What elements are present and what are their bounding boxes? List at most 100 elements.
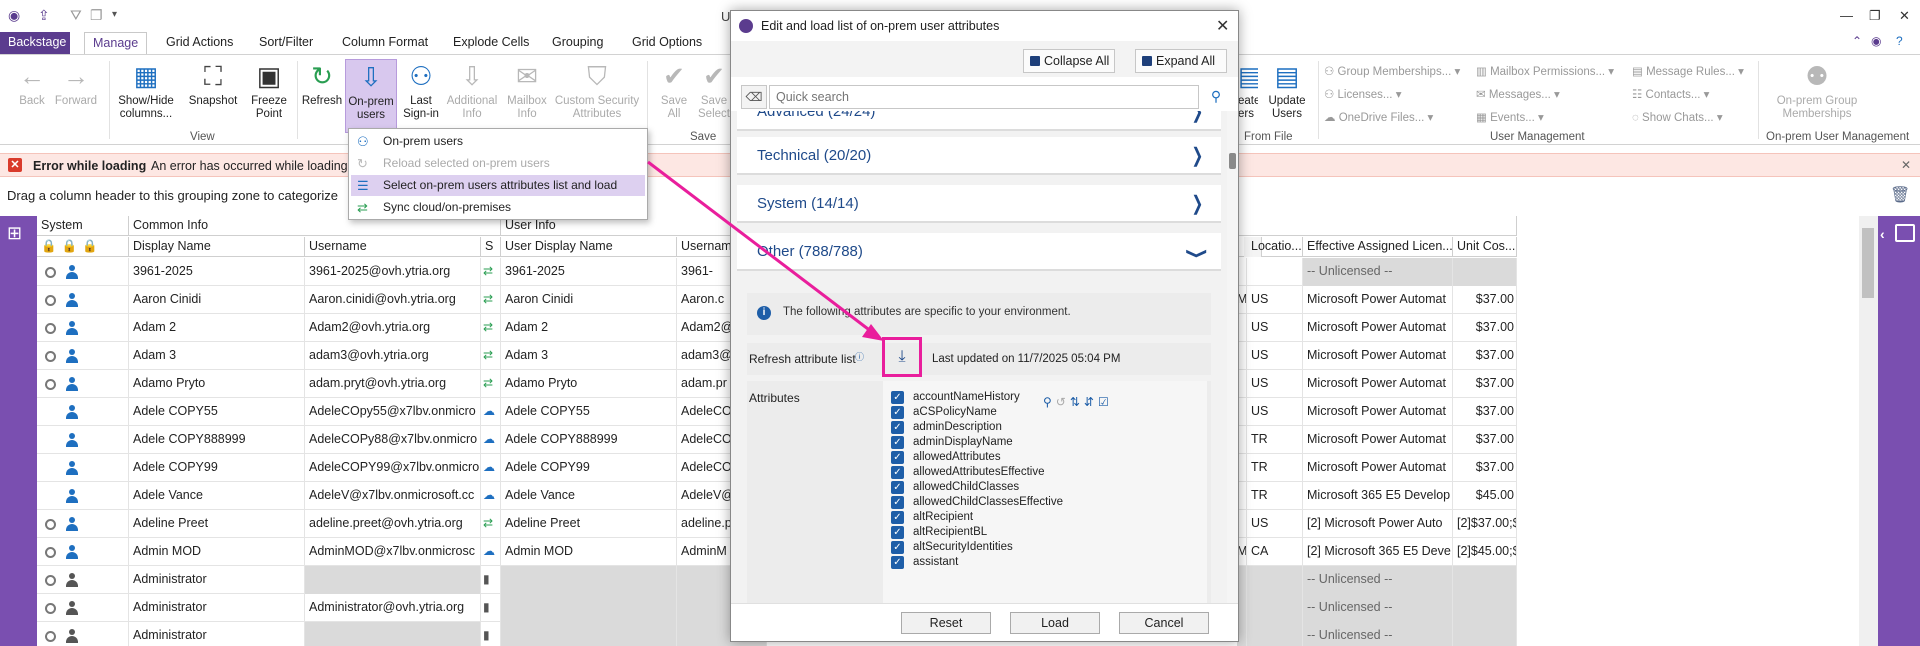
on-prem-users-button[interactable]: ⇩ On-prem users (345, 59, 397, 133)
refresh-button[interactable]: ↻ Refresh (300, 61, 344, 108)
location-cell[interactable] (1247, 594, 1303, 622)
display-name-cell[interactable]: Adeline Preet (129, 510, 305, 538)
copy-icon[interactable]: ❐ (90, 7, 103, 24)
unit-cost-cell[interactable]: $37.00 (1453, 342, 1517, 370)
display-name-cell[interactable]: Adam 3 (129, 342, 305, 370)
tab-backstage[interactable]: Backstage (0, 32, 70, 54)
undo-icon[interactable]: ↺ (1056, 395, 1070, 409)
dialog-scrollbar-thumb[interactable] (1229, 153, 1236, 169)
effective-licenses-cell[interactable]: Microsoft Power Automat (1303, 342, 1453, 370)
effective-licenses-cell[interactable]: Microsoft Power Automat (1303, 426, 1453, 454)
display-name-cell[interactable]: Administrator (129, 594, 305, 622)
unit-cost-cell[interactable] (1453, 258, 1517, 286)
group-header-system[interactable]: System (37, 216, 129, 236)
unit-cost-cell[interactable]: $37.00 (1453, 370, 1517, 398)
attribute-checkbox[interactable]: ✓ (891, 526, 904, 539)
eye-icon[interactable]: ◉ (1871, 34, 1881, 48)
user-display-name-cell[interactable]: Adele Vance (501, 482, 677, 510)
location-cell[interactable]: US (1247, 314, 1303, 342)
sort-asc-icon[interactable]: ⇅ (1070, 395, 1084, 409)
forward-button[interactable]: → Forward (52, 61, 100, 108)
eraser-icon[interactable]: ⌫ (741, 85, 767, 109)
user-display-name-cell[interactable] (501, 622, 677, 646)
reset-button[interactable]: Reset (901, 612, 991, 634)
username-cell[interactable]: adam3@ovh.ytria.org (305, 342, 481, 370)
menu-item-reload-selected[interactable]: ↻ Reload selected on-prem users (351, 153, 645, 174)
display-name-cell[interactable]: Adam 2 (129, 314, 305, 342)
display-name-cell[interactable]: Administrator (129, 566, 305, 594)
display-name-cell[interactable]: Administrator (129, 622, 305, 646)
search-icon[interactable]: ⚲ (1043, 395, 1056, 409)
save-selected-button[interactable]: ✔ Save Select (696, 61, 732, 121)
collapse-ribbon-icon[interactable]: ⌃ (1852, 34, 1862, 48)
column-header-user-display-name[interactable]: User Display Name (501, 237, 677, 257)
unit-cost-cell[interactable]: [2]$45.00;$ (1453, 538, 1517, 566)
effective-licenses-cell[interactable]: -- Unlicensed -- (1303, 622, 1453, 646)
location-cell[interactable]: TR (1247, 426, 1303, 454)
user-display-name-cell[interactable]: Adele COPY888999 (501, 426, 677, 454)
display-name-cell[interactable]: Admin MOD (129, 538, 305, 566)
mailbox-info-button[interactable]: ✉ Mailbox Info (500, 61, 554, 121)
details-panel-icon[interactable] (1895, 224, 1915, 242)
effective-licenses-cell[interactable]: -- Unlicensed -- (1303, 566, 1453, 594)
unit-cost-cell[interactable]: $37.00 (1453, 454, 1517, 482)
username-cell[interactable]: AdeleCOpy55@x7lbv.onmicro (305, 398, 481, 426)
custom-security-attributes-button[interactable]: ⛉ Custom Security Attributes (552, 61, 642, 121)
tab-grid-options[interactable]: Grid Options (624, 32, 710, 54)
chevron-left-icon[interactable]: ‹ (1880, 226, 1885, 242)
attribute-checkbox[interactable]: ✓ (891, 556, 904, 569)
display-name-cell[interactable]: Adele COPY55 (129, 398, 305, 426)
tab-manage[interactable]: Manage (84, 32, 148, 54)
username-cell[interactable]: Administrator@ovh.ytria.org (305, 594, 481, 622)
column-header-username[interactable]: Username (305, 237, 481, 257)
effective-licenses-cell[interactable]: Microsoft Power Automat (1303, 314, 1453, 342)
user-display-name-cell[interactable]: Adeline Preet (501, 510, 677, 538)
messages-button[interactable]: ✉ Messages... ▾ (1476, 87, 1560, 101)
load-button[interactable]: Load (1010, 612, 1100, 634)
onedrive-files-button[interactable]: ☁ OneDrive Files... ▾ (1324, 110, 1433, 124)
close-icon[interactable]: ✕ (1216, 16, 1229, 36)
location-cell[interactable]: US (1247, 342, 1303, 370)
attribute-checkbox[interactable]: ✓ (891, 496, 904, 509)
unit-cost-cell[interactable] (1453, 594, 1517, 622)
effective-licenses-cell[interactable]: -- Unlicensed -- (1303, 594, 1453, 622)
attribute-checkbox[interactable]: ✓ (891, 391, 904, 404)
tab-column-format[interactable]: Column Format (334, 32, 436, 54)
effective-licenses-cell[interactable]: Microsoft Power Automat (1303, 398, 1453, 426)
help-icon[interactable]: ? (1896, 34, 1903, 48)
last-sign-in-button[interactable]: ⚇ Last Sign-in (398, 61, 444, 121)
dismiss-error-icon[interactable]: ✕ (1901, 158, 1911, 172)
section-advanced[interactable]: Advanced (24/24) ❯ (737, 111, 1221, 131)
show-chats-button[interactable]: ◌ Show Chats... ▾ (1632, 110, 1723, 124)
update-users-button[interactable]: ▤ Update Users (1262, 61, 1312, 121)
unit-cost-cell[interactable]: $37.00 (1453, 286, 1517, 314)
group-memberships-button[interactable]: ⚇ Group Memberships... ▾ (1324, 64, 1460, 78)
location-cell[interactable]: US (1247, 510, 1303, 538)
display-name-cell[interactable]: Adele COPY99 (129, 454, 305, 482)
quick-search-input[interactable] (769, 85, 1199, 109)
username-cell[interactable] (305, 566, 481, 594)
username-cell[interactable]: Aaron.cinidi@ovh.ytria.org (305, 286, 481, 314)
user-display-name-cell[interactable]: Adele COPY99 (501, 454, 677, 482)
location-cell[interactable]: US (1247, 286, 1303, 314)
section-technical[interactable]: Technical (20/20) ❯ (737, 137, 1221, 175)
display-name-cell[interactable]: Aaron Cinidi (129, 286, 305, 314)
username-cell[interactable]: adam.pryt@ovh.ytria.org (305, 370, 481, 398)
location-cell[interactable]: TR (1247, 454, 1303, 482)
display-name-cell[interactable]: Adele Vance (129, 482, 305, 510)
location-cell[interactable]: US (1247, 398, 1303, 426)
save-all-button[interactable]: ✔ Save All (652, 61, 696, 121)
message-rules-button[interactable]: ▤ Message Rules... ▾ (1632, 64, 1744, 78)
section-other[interactable]: Other (788/788) ❯ (737, 233, 1221, 271)
username-cell[interactable]: AdeleV@x7lbv.onmicrosoft.cc (305, 482, 481, 510)
check-all-icon[interactable]: ☑ (1098, 395, 1113, 409)
collapse-all-button[interactable]: Collapse All (1023, 49, 1115, 73)
additional-info-button[interactable]: ⇩ Additional Info (444, 61, 500, 121)
section-system[interactable]: System (14/14) ❯ (737, 185, 1221, 223)
username-cell[interactable]: AdeleCOPy88@x7lbv.onmicro (305, 426, 481, 454)
dialog-scrollbar[interactable] (1227, 111, 1238, 603)
user-display-name-cell[interactable]: Aaron Cinidi (501, 286, 677, 314)
mailbox-permissions-button[interactable]: ▥ Mailbox Permissions... ▾ (1476, 64, 1614, 78)
user-display-name-cell[interactable]: 3961-2025 (501, 258, 677, 286)
unit-cost-cell[interactable]: $37.00 (1453, 398, 1517, 426)
